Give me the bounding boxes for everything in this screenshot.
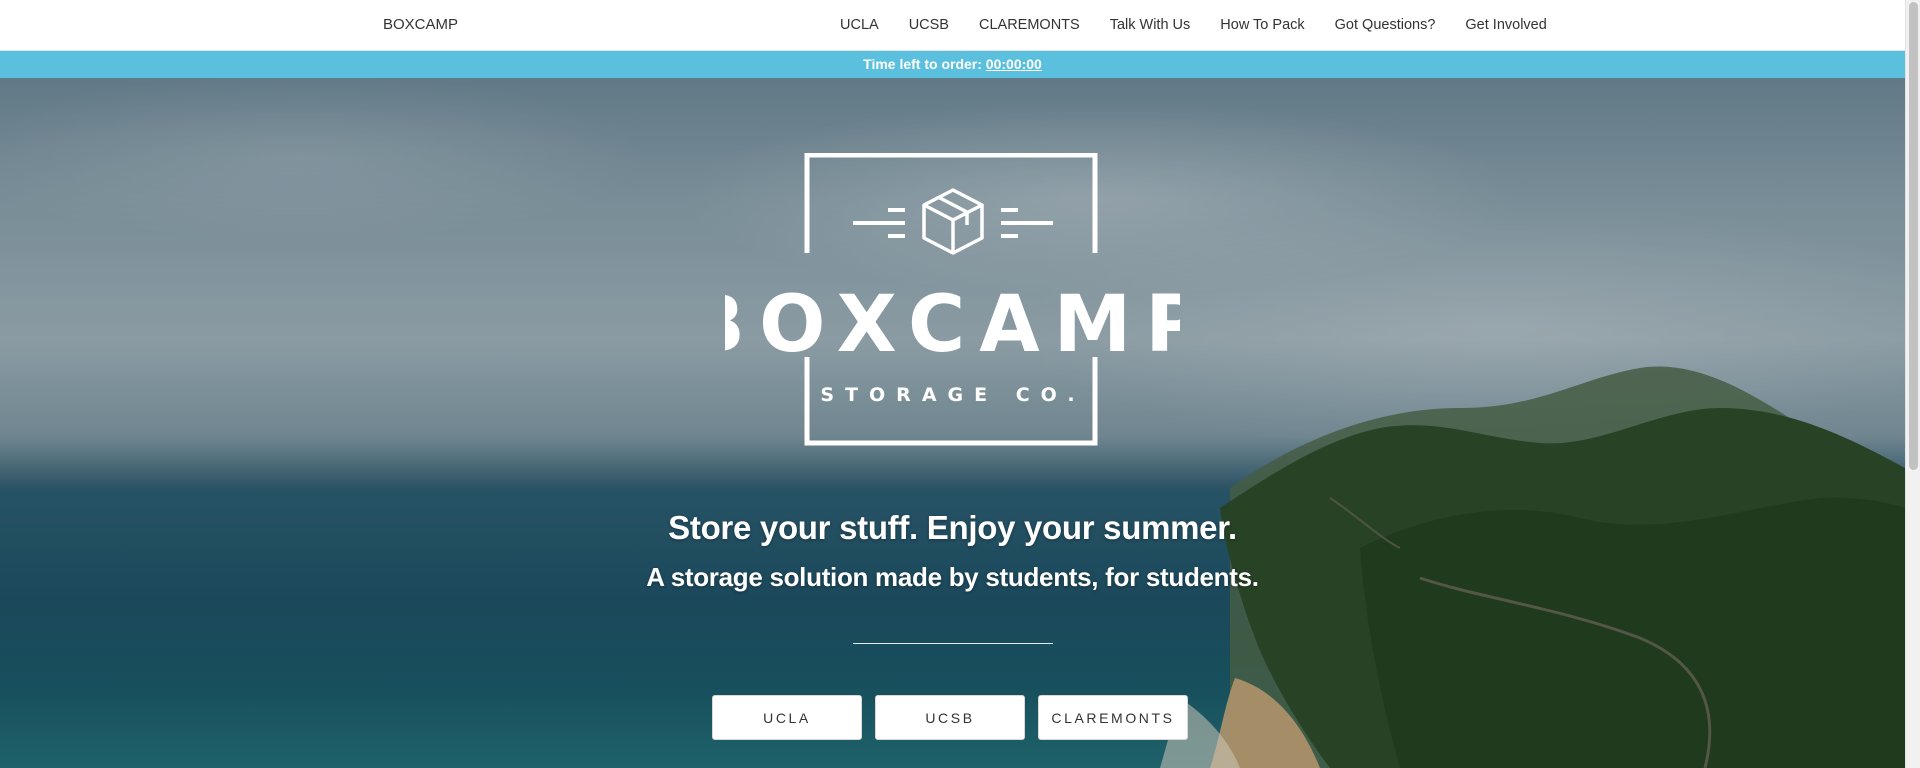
hero-subheadline: A storage solution made by students, for…	[646, 562, 1259, 592]
nav-item-got-questions[interactable]: Got Questions?	[1335, 17, 1436, 33]
hero-headline: Store your stuff. Enjoy your summer.	[668, 509, 1237, 546]
ucla-button[interactable]: UCLA	[712, 695, 862, 740]
nav-item-talk-with-us[interactable]: Talk With Us	[1110, 17, 1191, 33]
nav-links: UCLA UCSB CLAREMONTS Talk With Us How To…	[825, 0, 1562, 50]
brand-link[interactable]: BOXCAMP	[383, 16, 458, 33]
hero-section: BOXCAMP STORAGE CO. Store your stuff. En…	[0, 78, 1905, 768]
order-countdown-banner: Time left to order: 00:00:00	[0, 51, 1905, 78]
countdown-timer[interactable]: 00:00:00	[986, 56, 1042, 72]
hero-divider	[853, 643, 1053, 644]
logo-title: BOXCAMP	[725, 280, 1180, 370]
nav-item-how-to-pack[interactable]: How To Pack	[1220, 17, 1304, 33]
logo-subtitle: STORAGE CO.	[820, 384, 1085, 406]
box-icon	[922, 188, 984, 255]
nav-item-ucsb[interactable]: UCSB	[909, 17, 949, 33]
claremonts-button[interactable]: CLAREMONTS	[1038, 695, 1188, 740]
campus-buttons: UCLA UCSB CLAREMONTS	[712, 695, 1188, 740]
top-navbar: BOXCAMP UCLA UCSB CLAREMONTS Talk With U…	[0, 0, 1905, 51]
nav-item-ucla[interactable]: UCLA	[840, 17, 879, 33]
scrollbar-thumb[interactable]	[1909, 2, 1918, 470]
page-scrollbar[interactable]	[1905, 0, 1920, 768]
countdown-label: Time left to order:	[863, 56, 982, 72]
ucsb-button[interactable]: UCSB	[875, 695, 1025, 740]
nav-item-claremonts[interactable]: CLAREMONTS	[979, 17, 1080, 33]
boxcamp-logo: BOXCAMP STORAGE CO.	[725, 153, 1180, 453]
nav-item-get-involved[interactable]: Get Involved	[1465, 17, 1546, 33]
